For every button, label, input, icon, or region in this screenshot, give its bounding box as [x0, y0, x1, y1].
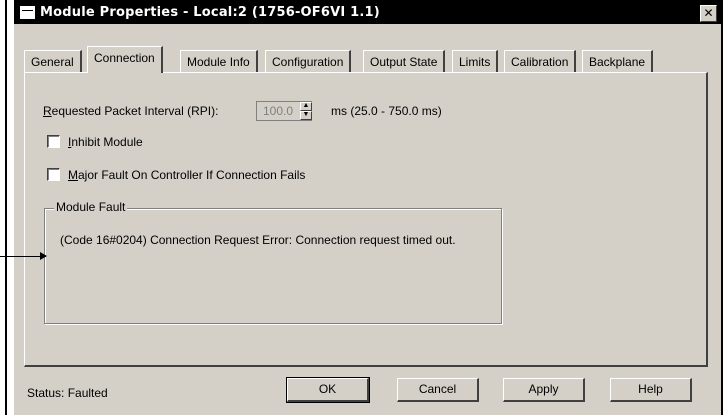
- tab-label: Backplane: [589, 55, 646, 69]
- status-text: Status: Faulted: [27, 386, 108, 400]
- major-fault-checkbox-row[interactable]: Major Fault On Controller If Connection …: [47, 167, 305, 182]
- module-fault-groupbox: [44, 208, 502, 324]
- major-fault-checkbox[interactable]: [47, 168, 60, 182]
- rpi-spinner[interactable]: ▲ ▼: [300, 102, 312, 120]
- window-title: Module Properties - Local:2 (1756-OF6VI …: [40, 5, 380, 20]
- inhibit-module-checkbox-row[interactable]: Inhibit Module: [47, 134, 143, 149]
- tab-label: General: [31, 55, 74, 69]
- major-fault-label-text: ajor Fault On Controller If Connection F…: [78, 167, 306, 182]
- tab-label: Module Info: [187, 55, 250, 69]
- close-button[interactable]: ✕: [700, 5, 717, 22]
- tab-backplane[interactable]: Backplane: [582, 50, 654, 72]
- tab-general[interactable]: General: [24, 50, 82, 72]
- inhibit-module-label: Inhibit Module: [68, 135, 143, 149]
- rpi-label: Requested Packet Interval (RPI):: [43, 104, 218, 118]
- rpi-label-text: equested Packet Interval (RPI):: [51, 104, 219, 118]
- module-properties-window: Module Properties - Local:2 (1756-OF6VI …: [0, 0, 723, 415]
- left-edge: [0, 0, 14, 415]
- title-bar[interactable]: Module Properties - Local:2 (1756-OF6VI …: [14, 0, 721, 24]
- tab-label: Output State: [370, 55, 438, 69]
- tab-connection[interactable]: Connection: [87, 46, 163, 73]
- callout-border-line: [5, 0, 7, 415]
- callout-arrow-icon: [40, 252, 47, 260]
- ok-button[interactable]: OK: [286, 377, 370, 403]
- cancel-button[interactable]: Cancel: [397, 378, 479, 402]
- major-fault-label: Major Fault On Controller If Connection …: [68, 168, 305, 182]
- tab-label: Connection: [94, 51, 155, 65]
- inhibit-module-checkbox[interactable]: [47, 135, 60, 149]
- spin-up-icon[interactable]: ▲: [300, 102, 312, 111]
- tab-output-state[interactable]: Output State: [363, 50, 446, 72]
- tab-label: Limits: [459, 55, 491, 69]
- tab-label: Configuration: [272, 55, 344, 69]
- major-fault-accel-key: M: [68, 167, 78, 182]
- module-fault-title: Module Fault: [54, 200, 128, 214]
- tab-configuration[interactable]: Configuration: [265, 50, 352, 72]
- spin-down-icon[interactable]: ▼: [300, 111, 312, 120]
- rpi-accel-key: R: [43, 104, 52, 118]
- tab-label: Calibration: [511, 55, 569, 69]
- help-button[interactable]: Help: [610, 378, 692, 402]
- tab-module-info[interactable]: Module Info: [180, 50, 258, 72]
- apply-button[interactable]: Apply: [503, 378, 585, 402]
- rpi-units: ms (25.0 - 750.0 ms): [331, 104, 442, 118]
- module-fault-message: (Code 16#0204) Connection Request Error:…: [60, 233, 456, 247]
- tab-limits[interactable]: Limits: [452, 50, 499, 72]
- inhibit-label-text: nhibit Module: [71, 134, 143, 149]
- window-icon: [20, 6, 35, 19]
- tab-calibration[interactable]: Calibration: [504, 50, 577, 72]
